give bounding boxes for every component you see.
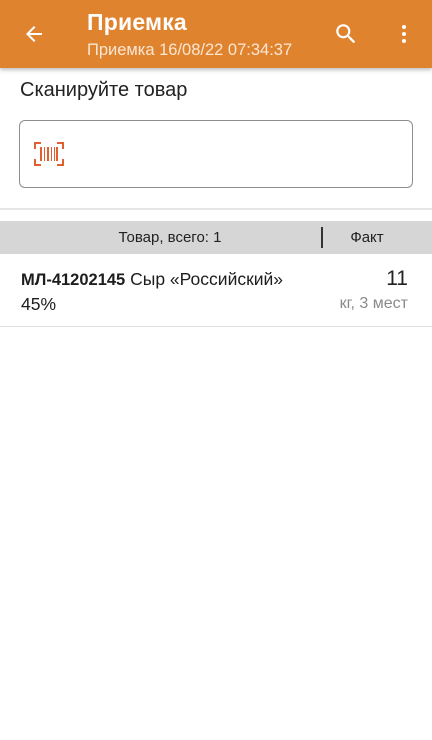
search-icon xyxy=(336,24,356,44)
product-title-line2: 45% xyxy=(21,294,57,314)
table-row[interactable]: МЛ-41202145 Сыр «Российский» 45% 11 кг, … xyxy=(0,254,432,327)
fact-quantity: 11 xyxy=(386,267,408,290)
barcode-icon xyxy=(34,142,64,166)
header-goods: Товар, всего: 1 xyxy=(118,229,222,246)
page-title: Приемка xyxy=(87,9,187,35)
search-button[interactable] xyxy=(326,14,366,54)
app-bar: Приемка Приемка 16/08/22 07:34:37 xyxy=(0,0,432,68)
page-subtitle: Приемка 16/08/22 07:34:37 xyxy=(87,41,293,59)
arrow-left-icon xyxy=(26,26,42,42)
product-code: МЛ-41202145 xyxy=(21,271,126,289)
header-separator xyxy=(321,227,323,248)
product-name: МЛ-41202145 Сыр «Российский» 45% xyxy=(21,267,321,316)
fact-unit: кг, 3 мест xyxy=(339,295,408,312)
back-button[interactable] xyxy=(14,14,54,54)
scan-prompt: Сканируйте товар xyxy=(20,79,188,101)
scan-input[interactable] xyxy=(76,135,396,175)
header-fact: Факт xyxy=(350,229,384,246)
table-header: Товар, всего: 1 Факт xyxy=(0,221,432,254)
product-title: Сыр «Российский» xyxy=(130,269,284,289)
divider xyxy=(0,208,432,210)
more-options-button[interactable] xyxy=(384,14,424,54)
scan-field[interactable] xyxy=(19,120,413,188)
more-vertical-icon xyxy=(402,25,406,43)
